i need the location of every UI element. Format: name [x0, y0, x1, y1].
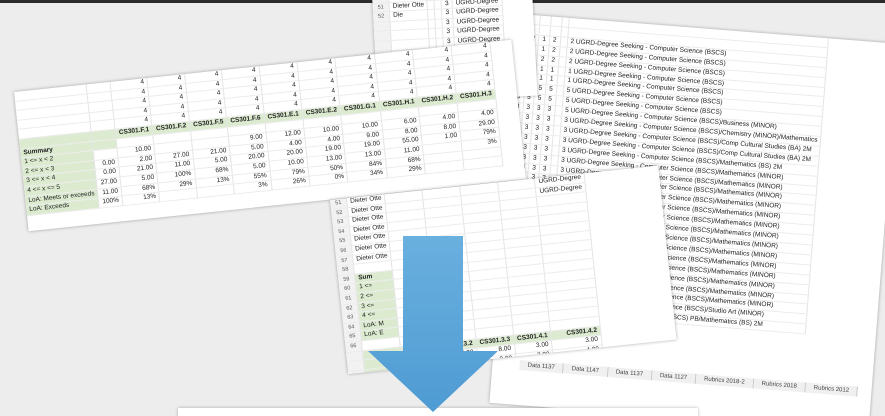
value-cell[interactable]: 100%: [98, 195, 124, 208]
value-cell[interactable]: 3: [442, 27, 454, 38]
down-arrow-icon: [368, 236, 498, 412]
screenshot-stage: 22122 UGRD-Degree Seeking - Computer Sci…: [0, 0, 885, 416]
value-cell[interactable]: 3: [441, 8, 453, 19]
value-cell[interactable]: 3: [442, 18, 454, 29]
row-number[interactable]: [347, 369, 366, 375]
